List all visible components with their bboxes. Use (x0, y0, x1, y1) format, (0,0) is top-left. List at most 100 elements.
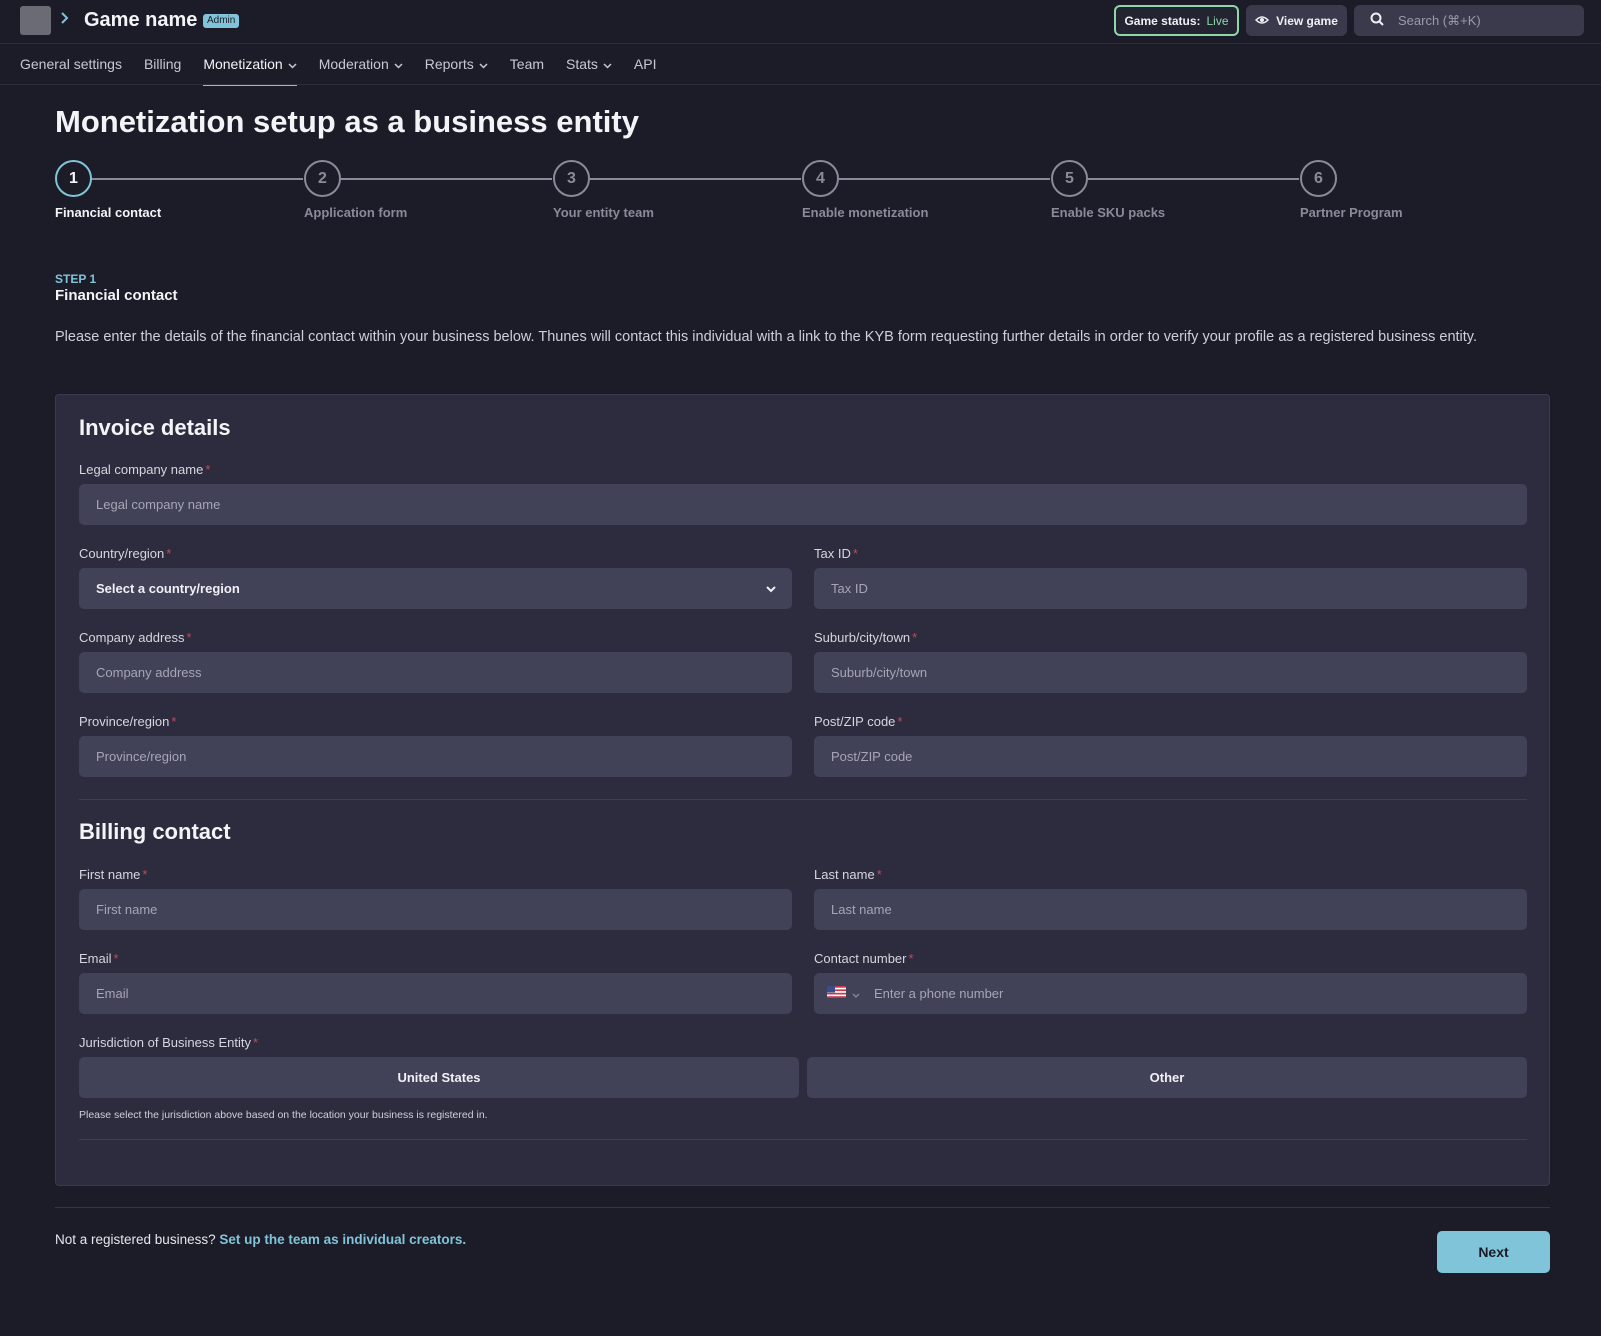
contact-number-field (814, 973, 1527, 1014)
step-1: 1 Financial contact (55, 160, 255, 220)
chevron-down-icon (479, 56, 488, 72)
country-region-label: Country/region * (79, 546, 172, 561)
settings-nav: General settings Billing Monetization Moder… (20, 52, 679, 86)
step-label: Application form (304, 205, 408, 220)
company-address-input[interactable] (79, 652, 792, 693)
individual-creators-link[interactable]: Set up the team as individual creators. (219, 1232, 466, 1247)
step-label: Partner Program (1300, 205, 1403, 220)
step-title: Financial contact (55, 287, 178, 304)
game-status-button[interactable]: Game status: Live (1114, 5, 1239, 36)
last-name-label: Last name * (814, 867, 882, 882)
province-region-input[interactable] (79, 736, 792, 777)
search-input[interactable]: Search (⌘+K) (1354, 5, 1584, 36)
tab-label: API (633, 56, 657, 72)
step-5: 5 Enable SKU packs (1051, 160, 1251, 220)
last-name-input[interactable] (814, 889, 1527, 930)
tab-label: Team (509, 56, 545, 72)
jurisdiction-other-button[interactable]: Other (807, 1057, 1527, 1098)
step-circle: 3 (553, 160, 590, 197)
jurisdiction-label: Jurisdiction of Business Entity * (79, 1035, 259, 1050)
step-label: Enable SKU packs (1051, 205, 1166, 220)
legal-company-name-input[interactable] (79, 484, 1527, 525)
tab-reports[interactable]: Reports (425, 52, 488, 86)
suburb-city-town-input[interactable] (814, 652, 1527, 693)
step-description: Please enter the details of the financia… (55, 329, 1478, 345)
tab-api[interactable]: API (634, 52, 657, 86)
tab-label: Reports (424, 56, 474, 72)
contact-number-label: Contact number * (814, 951, 914, 966)
step-number: STEP 1 (55, 272, 97, 286)
tab-label: Monetization (203, 56, 283, 72)
tab-stats[interactable]: Stats (566, 52, 612, 86)
search-placeholder: Search (⌘+K) (1398, 12, 1481, 28)
us-flag-icon[interactable] (827, 985, 846, 1003)
view-game-label: View game (1276, 13, 1338, 28)
step-label: Enable monetization (802, 205, 929, 220)
game-thumbnail[interactable] (20, 6, 51, 35)
country-region-value: Select a country/region (96, 581, 240, 596)
tab-monetization[interactable]: Monetization (203, 52, 298, 86)
post-zip-code-label: Post/ZIP code * (814, 714, 903, 729)
first-name-label: First name * (79, 867, 148, 882)
tab-label: Moderation (318, 56, 389, 72)
form-card: Invoice details Legal company name* Coun… (55, 394, 1550, 1186)
game-name[interactable]: Game name (84, 8, 197, 32)
breadcrumb-chevron-icon (60, 11, 74, 29)
step-6: 6 Partner Program (1300, 160, 1500, 220)
step-4: 4 Enable monetization (802, 160, 1002, 220)
top-bar: Game name Admin Game status: Live View g… (0, 0, 1601, 42)
nav-divider (0, 84, 1601, 85)
tab-team[interactable]: Team (510, 52, 544, 86)
footer-prompt-text: Not a registered business? (55, 1232, 216, 1247)
company-address-label: Company address * (79, 630, 192, 645)
view-game-button[interactable]: View game (1246, 5, 1347, 36)
topbar-divider (0, 43, 1601, 44)
game-status-value: Live (1206, 13, 1229, 28)
email-label: Email * (79, 951, 119, 966)
step-2: 2 Application form (304, 160, 504, 220)
tab-billing[interactable]: Billing (144, 52, 181, 86)
jurisdiction-united-states-button[interactable]: United States (79, 1057, 799, 1098)
step-label: Financial contact (55, 205, 162, 220)
tax-id-input[interactable] (814, 568, 1527, 609)
province-region-label: Province/region * (79, 714, 177, 729)
progress-stepper: 1 Financial contact 2 Application form 3 Your… (55, 160, 1415, 230)
step-circle: 6 (1300, 160, 1337, 197)
country-code-chevron-icon[interactable] (852, 985, 860, 1003)
chevron-down-icon (394, 56, 403, 72)
tab-moderation[interactable]: Moderation (319, 52, 403, 86)
step-circle: 5 (1051, 160, 1088, 197)
tab-label: Billing (143, 56, 182, 72)
section-divider (79, 799, 1527, 800)
page-title: Monetization setup as a business entity (55, 104, 639, 139)
footer-prompt: Not a registered business? Set up the te… (55, 1232, 466, 1247)
first-name-input[interactable] (79, 889, 792, 930)
step-3: 3 Your entity team (553, 160, 753, 220)
chevron-down-icon (766, 581, 776, 596)
step-circle: 4 (802, 160, 839, 197)
footer-divider (55, 1207, 1550, 1208)
step-label: Your entity team (553, 205, 654, 220)
search-icon (1370, 12, 1384, 29)
card-bottom-divider (79, 1139, 1527, 1140)
suburb-city-town-label: Suburb/city/town * (814, 630, 918, 645)
email-input[interactable] (79, 973, 792, 1014)
chevron-down-icon (603, 56, 612, 72)
billing-contact-title: Billing contact (79, 819, 231, 844)
tab-label: Stats (566, 56, 598, 72)
phone-number-input[interactable] (874, 986, 1474, 1001)
legal-company-name-label: Legal company name * (79, 462, 211, 477)
tax-id-label: Tax ID * (814, 546, 858, 561)
tab-general-settings[interactable]: General settings (20, 52, 122, 86)
eye-icon (1255, 14, 1270, 28)
chevron-down-icon (288, 56, 297, 72)
step-circle: 2 (304, 160, 341, 197)
next-button[interactable]: Next (1437, 1231, 1550, 1273)
country-region-select[interactable]: Select a country/region (79, 568, 792, 609)
step-circle: 1 (55, 160, 92, 197)
game-status-label: Game status: (1124, 13, 1201, 28)
tab-label: General settings (20, 56, 122, 72)
invoice-details-title: Invoice details (79, 415, 231, 440)
post-zip-code-input[interactable] (814, 736, 1527, 777)
admin-badge: Admin (203, 14, 240, 28)
